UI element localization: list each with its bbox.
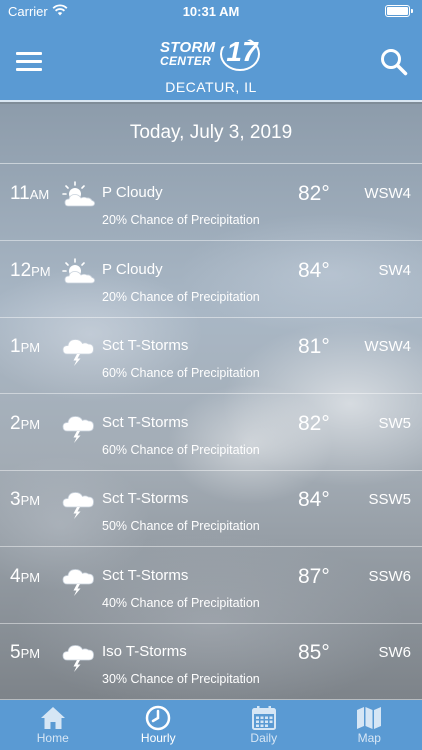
battery-icon: [385, 5, 413, 17]
logo-number: 17: [226, 36, 258, 67]
status-time: 10:31 AM: [182, 4, 240, 19]
precipitation-label: 60% Chance of Precipitation: [102, 366, 260, 380]
thunderstorm-icon: [60, 486, 96, 519]
condition-label: Sct T-Storms: [102, 337, 189, 354]
logo-line2: CENTER: [160, 54, 212, 68]
precipitation-label: 40% Chance of Precipitation: [102, 595, 260, 610]
hour-label: 4PM: [10, 565, 41, 587]
wind-label: SSW5: [368, 491, 411, 508]
temperature-label: 84°: [298, 488, 330, 511]
forecast-row[interactable]: 12PM P Cloudy 20% Chance of Precipitation 8…: [0, 241, 422, 318]
condition-label: P Cloudy: [102, 184, 163, 201]
condition-label: P Cloudy: [102, 260, 163, 278]
status-bar: Carrier 10:31 AM: [0, 0, 422, 22]
forecast-row[interactable]: 11AM P Cloudy 20% Chance of Precipitation 8…: [0, 164, 422, 241]
tab-label: Daily: [250, 731, 278, 745]
temperature-label: 81°: [298, 335, 330, 358]
temperature-label: 87°: [298, 564, 330, 588]
tab-daily[interactable]: Daily: [211, 700, 317, 750]
calendar-icon: [251, 706, 276, 730]
precipitation-label: 20% Chance of Precipitation: [102, 289, 260, 304]
wind-label: WSW4: [364, 185, 411, 202]
hour-label: 11AM: [10, 183, 50, 204]
wind-label: SW4: [378, 261, 411, 279]
hour-label: 5PM: [10, 642, 41, 663]
location-label: DECATUR, IL: [165, 79, 257, 95]
thunderstorm-icon: [60, 410, 96, 443]
hour-label: 2PM: [10, 412, 41, 434]
map-icon: [357, 707, 382, 729]
temperature-label: 85°: [298, 641, 330, 664]
forecast-row[interactable]: 3PM Sct T-Storms 50% Chance of Precipitati…: [0, 470, 422, 547]
condition-label: Sct T-Storms: [102, 566, 189, 584]
home-icon: [40, 707, 65, 729]
tab-map[interactable]: Map: [317, 700, 422, 750]
tab-label: Home: [36, 731, 69, 745]
forecast-row[interactable]: 1PM Sct T-Storms 60% Chance of Precipitati…: [0, 317, 422, 394]
app-header: STORM CENTER 17 DECATUR, IL: [0, 22, 422, 102]
search-icon[interactable]: [380, 48, 408, 76]
hour-label: 3PM: [10, 489, 41, 510]
wind-label: SW5: [378, 414, 411, 432]
forecast-row[interactable]: 4PM Sct T-Storms 40% Chance of Precipitati…: [0, 547, 422, 624]
condition-label: Iso T-Storms: [102, 643, 187, 660]
tab-bar: Home Hourly Daily Map: [0, 700, 422, 750]
precipitation-label: 30% Chance of Precipitation: [102, 672, 260, 686]
precipitation-label: 60% Chance of Precipitation: [102, 442, 260, 457]
wind-label: SW6: [378, 644, 411, 661]
tab-home[interactable]: Home: [0, 700, 106, 750]
precipitation-label: 50% Chance of Precipitation: [102, 519, 260, 533]
thunderstorm-icon: [60, 563, 96, 596]
clock-icon: [146, 705, 171, 731]
temperature-label: 82°: [298, 411, 330, 435]
temperature-label: 84°: [298, 258, 330, 282]
forecast-row[interactable]: 5PM Iso T-Storms 30% Chance of Precipitati…: [0, 623, 422, 700]
forecast-row[interactable]: 2PM Sct T-Storms 60% Chance of Precipitati…: [0, 394, 422, 471]
hour-label: 12PM: [10, 259, 51, 281]
menu-button[interactable]: [16, 52, 42, 72]
tab-label: Hourly: [140, 731, 176, 745]
wind-label: SSW6: [368, 567, 411, 585]
hour-label: 1PM: [10, 336, 41, 357]
thunderstorm-icon: [60, 639, 96, 672]
condition-label: Sct T-Storms: [102, 490, 189, 507]
storm-center-logo: STORM CENTER 17: [160, 36, 264, 72]
partly-cloudy-icon: [60, 257, 96, 287]
partly-cloudy-icon: [60, 180, 96, 210]
condition-label: Sct T-Storms: [102, 413, 189, 431]
tab-label: Map: [357, 731, 381, 745]
temperature-label: 82°: [298, 182, 330, 205]
forecast-date: Today, July 3, 2019: [129, 122, 293, 143]
precipitation-label: 20% Chance of Precipitation: [102, 213, 260, 227]
thunderstorm-icon: [60, 333, 96, 366]
wind-label: WSW4: [364, 338, 411, 355]
tab-hourly[interactable]: Hourly: [106, 700, 212, 750]
